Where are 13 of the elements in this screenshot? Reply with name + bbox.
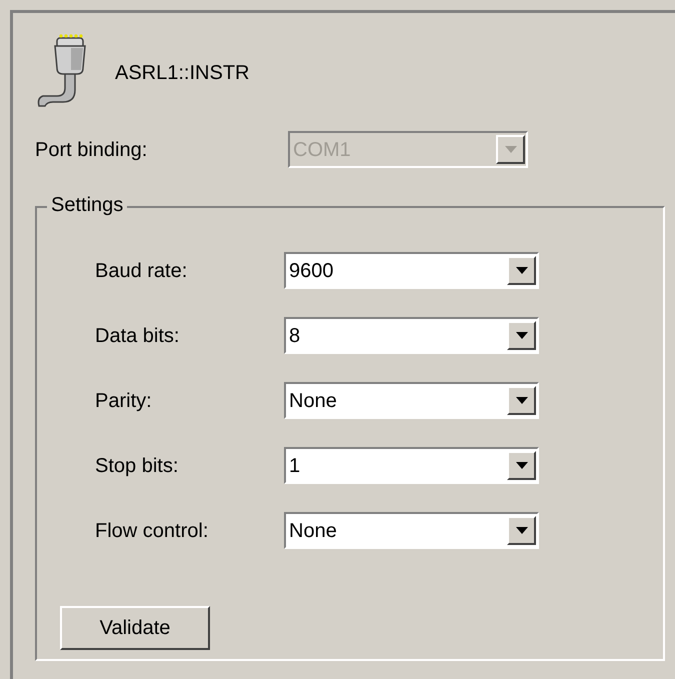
- dropdown[interactable]: None: [284, 382, 539, 419]
- dropdown[interactable]: None: [284, 512, 539, 549]
- dropdown[interactable]: 1: [284, 447, 539, 484]
- port-binding-label: Port binding:: [35, 138, 148, 162]
- validate-button[interactable]: Validate: [60, 606, 210, 650]
- dropdown[interactable]: 8: [284, 317, 539, 354]
- setting-label: Flow control:: [95, 518, 210, 544]
- setting-label: Stop bits:: [95, 454, 180, 478]
- setting-label: Baud rate:: [95, 258, 188, 284]
- dropdown[interactable]: 9600: [284, 252, 539, 289]
- resource-name: ASRL1::INSTR: [115, 61, 250, 86]
- setting-label: Data bits:: [95, 324, 180, 348]
- setting-label: Parity:: [95, 388, 153, 414]
